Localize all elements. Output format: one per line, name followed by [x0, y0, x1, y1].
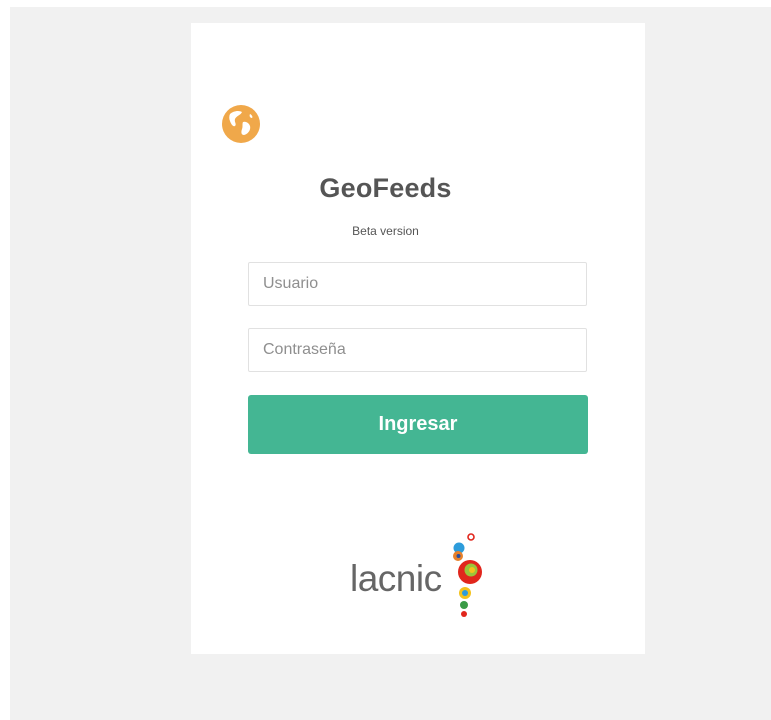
login-button[interactable]: Ingresar: [248, 395, 588, 454]
lacnic-dots-icon: [453, 533, 482, 617]
globe-icon: [222, 105, 260, 143]
lacnic-logo-text: lacnic: [350, 558, 442, 599]
username-input[interactable]: [248, 262, 587, 306]
app-title: GeoFeeds: [319, 173, 452, 203]
app-subtitle: Beta version: [352, 224, 419, 238]
lacnic-logo: lacnic: [350, 530, 490, 622]
password-input[interactable]: [248, 328, 587, 372]
